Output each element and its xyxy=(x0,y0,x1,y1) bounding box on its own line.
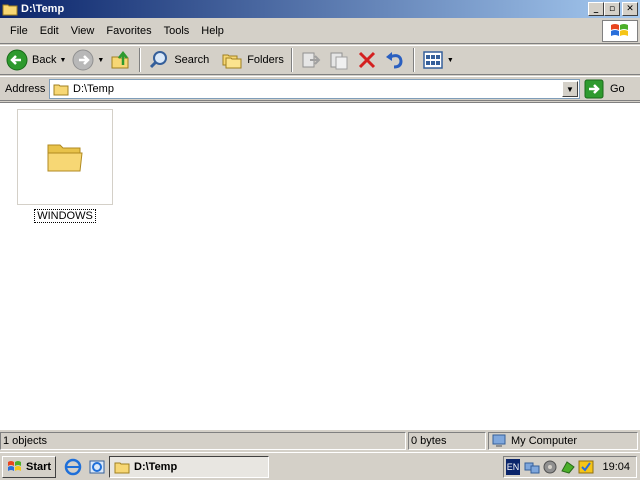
back-button[interactable]: Back ▼ xyxy=(3,47,69,73)
address-label: Address xyxy=(5,82,46,95)
network-icon[interactable] xyxy=(524,459,540,475)
folders-label: Folders xyxy=(247,54,284,66)
search-button[interactable]: Search xyxy=(145,47,212,73)
quick-launch xyxy=(64,458,112,476)
window-title: D:\Temp xyxy=(21,3,65,15)
volume-icon[interactable] xyxy=(542,459,558,475)
window-controls: _ ▫ ✕ xyxy=(588,2,638,16)
folder-icon xyxy=(2,4,18,16)
address-bar: Address D:\Temp ▼ Go xyxy=(0,76,640,101)
windows-update-icon[interactable] xyxy=(578,459,594,475)
forward-button[interactable]: ▼ xyxy=(69,47,107,73)
menu-view[interactable]: View xyxy=(65,19,101,44)
maximize-button[interactable]: ▫ xyxy=(604,2,620,16)
go-button[interactable]: Go xyxy=(584,79,625,99)
move-to-icon xyxy=(302,52,321,68)
menu-help[interactable]: Help xyxy=(195,19,230,44)
undo-icon xyxy=(385,52,403,69)
taskbar: Start D:\Temp EN 19:04 xyxy=(0,452,640,480)
folder-icon xyxy=(114,462,130,474)
up-folder-button[interactable] xyxy=(107,47,135,73)
copy-to-icon xyxy=(330,52,348,70)
views-grid-icon xyxy=(423,51,443,69)
folder-icon xyxy=(53,84,69,96)
views-button[interactable]: ▼ xyxy=(419,47,457,73)
menu-file[interactable]: File xyxy=(4,19,34,44)
start-label: Start xyxy=(26,460,52,473)
windows-flag-icon xyxy=(8,460,21,471)
folders-button[interactable]: Folders xyxy=(218,47,287,73)
up-folder-icon xyxy=(111,50,129,69)
file-list-view[interactable]: WINDOWS xyxy=(0,102,640,430)
forward-arrow-icon xyxy=(72,49,94,71)
close-button[interactable]: ✕ xyxy=(622,2,638,16)
go-arrow-icon xyxy=(584,79,604,99)
taskbar-item-temp[interactable]: D:\Temp xyxy=(109,456,269,478)
title-bar[interactable]: D:\Temp _ ▫ ✕ xyxy=(0,0,640,18)
move-to-button[interactable] xyxy=(297,47,325,73)
status-location: My Computer xyxy=(488,432,638,450)
menu-bar: File Edit View Favorites Tools Help xyxy=(0,19,640,44)
back-label: Back xyxy=(32,54,57,66)
security-icon[interactable] xyxy=(560,459,576,475)
search-icon xyxy=(150,51,168,69)
toolbar-separator xyxy=(290,48,293,72)
toolbar: Back ▼ ▼ Search Folders ▼ xyxy=(0,45,640,75)
status-objects: 1 objects xyxy=(0,432,406,450)
status-location-label: My Computer xyxy=(511,435,578,447)
back-arrow-icon xyxy=(6,49,28,71)
folders-icon xyxy=(222,54,242,69)
menu-favorites[interactable]: Favorites xyxy=(100,19,157,44)
undo-button[interactable] xyxy=(381,47,409,73)
toolbar-separator xyxy=(139,48,142,72)
minimize-button[interactable]: _ xyxy=(588,2,604,16)
folder-thumbnail[interactable] xyxy=(17,109,113,205)
address-input[interactable]: D:\Temp ▼ xyxy=(49,79,580,99)
status-size: 0 bytes xyxy=(408,432,486,450)
language-indicator[interactable]: EN xyxy=(506,459,520,475)
address-dropdown-icon[interactable]: ▼ xyxy=(562,81,578,97)
toolbar-separator xyxy=(412,48,415,72)
my-computer-icon xyxy=(492,434,506,447)
back-dropdown-icon[interactable]: ▼ xyxy=(59,57,66,64)
folder-icon xyxy=(47,144,83,172)
status-bar: 1 objects 0 bytes My Computer xyxy=(0,431,640,451)
clock[interactable]: 19:04 xyxy=(602,461,630,473)
folder-name[interactable]: WINDOWS xyxy=(34,209,96,223)
delete-x-icon xyxy=(358,51,375,69)
system-tray: EN 19:04 xyxy=(503,456,637,478)
taskbar-item-label: D:\Temp xyxy=(134,461,178,473)
internet-explorer-icon[interactable] xyxy=(64,458,82,476)
windows-logo xyxy=(602,20,638,42)
go-label: Go xyxy=(610,83,625,95)
windows-flag-icon xyxy=(611,24,628,36)
address-value: D:\Temp xyxy=(73,83,114,95)
start-button[interactable]: Start xyxy=(2,455,57,478)
search-label: Search xyxy=(174,54,210,66)
outlook-express-icon[interactable] xyxy=(88,458,106,476)
delete-button[interactable] xyxy=(353,47,381,73)
views-dropdown-icon[interactable]: ▼ xyxy=(447,57,454,64)
folder-item[interactable]: WINDOWS xyxy=(17,109,113,223)
menu-tools[interactable]: Tools xyxy=(158,19,196,44)
copy-to-button[interactable] xyxy=(325,47,353,73)
forward-dropdown-icon[interactable]: ▼ xyxy=(97,57,104,64)
menu-edit[interactable]: Edit xyxy=(34,19,65,44)
